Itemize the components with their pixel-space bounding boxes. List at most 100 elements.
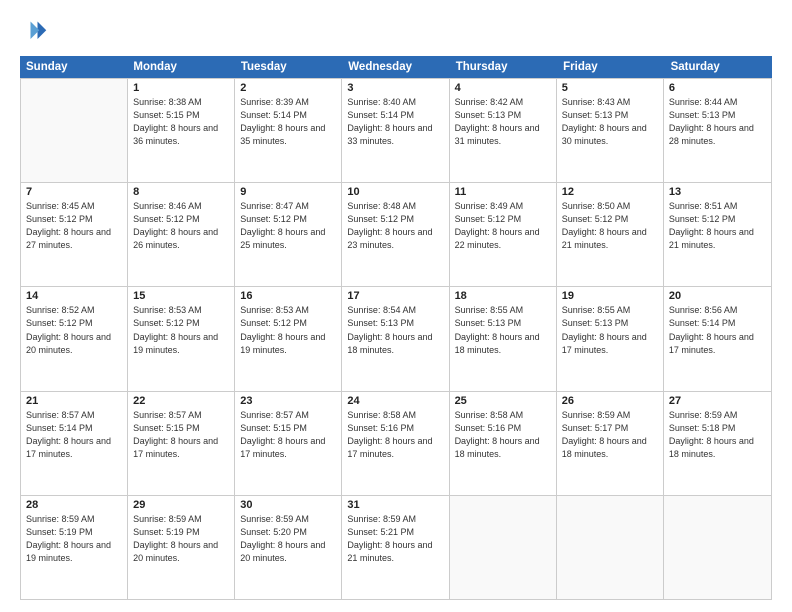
calendar-cell: 24Sunrise: 8:58 AMSunset: 5:16 PMDayligh… [342, 392, 449, 495]
day-number: 21 [26, 395, 122, 407]
calendar-cell: 14 Sunrise: 8:52 AMSunset: 5:12 PMDayligh… [21, 287, 128, 390]
day-info: Sunrise: 8:59 AMSunset: 5:20 PMDaylight:… [240, 513, 336, 565]
calendar-cell: 2 Sunrise: 8:39 AMSunset: 5:14 PMDaylight… [235, 79, 342, 182]
header-day-sunday: Sunday [20, 56, 127, 78]
day-info: Sunrise: 8:46 AMSunset: 5:12 PMDaylight:… [133, 200, 229, 252]
day-info: Sunrise: 8:53 AMSunset: 5:12 PMDaylight:… [133, 304, 229, 356]
calendar: SundayMondayTuesdayWednesdayThursdayFrid… [20, 56, 772, 600]
day-number: 25 [455, 395, 551, 407]
calendar-cell: 21 Sunrise: 8:57 AMSunset: 5:14 PMDayligh… [21, 392, 128, 495]
page: SundayMondayTuesdayWednesdayThursdayFrid… [0, 0, 792, 612]
day-number: 22 [133, 395, 229, 407]
header-day-thursday: Thursday [450, 56, 557, 78]
calendar-cell: 18 Sunrise: 8:55 AMSunset: 5:13 PMDayligh… [450, 287, 557, 390]
day-info: Sunrise: 8:43 AMSunset: 5:13 PMDaylight:… [562, 96, 658, 148]
day-info: Sunrise: 8:56 AMSunset: 5:14 PMDaylight:… [669, 304, 766, 356]
calendar-row-2: 14 Sunrise: 8:52 AMSunset: 5:12 PMDayligh… [21, 286, 771, 390]
calendar-cell: 17 Sunrise: 8:54 AMSunset: 5:13 PMDayligh… [342, 287, 449, 390]
day-info: Sunrise: 8:51 AMSunset: 5:12 PMDaylight:… [669, 200, 766, 252]
day-number: 29 [133, 499, 229, 511]
calendar-row-4: 28 Sunrise: 8:59 AMSunset: 5:19 PMDayligh… [21, 495, 771, 599]
header-day-friday: Friday [557, 56, 664, 78]
day-number: 7 [26, 186, 122, 198]
calendar-cell: 10Sunrise: 8:48 AMSunset: 5:12 PMDayligh… [342, 183, 449, 286]
calendar-cell: 16 Sunrise: 8:53 AMSunset: 5:12 PMDayligh… [235, 287, 342, 390]
day-info: Sunrise: 8:47 AMSunset: 5:12 PMDaylight:… [240, 200, 336, 252]
day-info: Sunrise: 8:59 AMSunset: 5:19 PMDaylight:… [26, 513, 122, 565]
calendar-cell: 27Sunrise: 8:59 AMSunset: 5:18 PMDayligh… [664, 392, 771, 495]
day-info: Sunrise: 8:55 AMSunset: 5:13 PMDaylight:… [562, 304, 658, 356]
day-info: Sunrise: 8:52 AMSunset: 5:12 PMDaylight:… [26, 304, 122, 356]
day-info: Sunrise: 8:39 AMSunset: 5:14 PMDaylight:… [240, 96, 336, 148]
day-number: 1 [133, 82, 229, 94]
day-number: 23 [240, 395, 336, 407]
calendar-cell: 25 Sunrise: 8:58 AMSunset: 5:16 PMDayligh… [450, 392, 557, 495]
header-day-wednesday: Wednesday [342, 56, 449, 78]
calendar-cell: 8 Sunrise: 8:46 AMSunset: 5:12 PMDaylight… [128, 183, 235, 286]
calendar-row-1: 7 Sunrise: 8:45 AMSunset: 5:12 PMDaylight… [21, 182, 771, 286]
header-day-saturday: Saturday [665, 56, 772, 78]
calendar-cell: 23 Sunrise: 8:57 AMSunset: 5:15 PMDayligh… [235, 392, 342, 495]
calendar-cell: 15 Sunrise: 8:53 AMSunset: 5:12 PMDayligh… [128, 287, 235, 390]
calendar-cell: 3 Sunrise: 8:40 AMSunset: 5:14 PMDaylight… [342, 79, 449, 182]
calendar-cell: 13 Sunrise: 8:51 AMSunset: 5:12 PMDayligh… [664, 183, 771, 286]
calendar-cell: 22 Sunrise: 8:57 AMSunset: 5:15 PMDayligh… [128, 392, 235, 495]
calendar-cell: 1Sunrise: 8:38 AMSunset: 5:15 PMDaylight… [128, 79, 235, 182]
day-info: Sunrise: 8:48 AMSunset: 5:12 PMDaylight:… [347, 200, 443, 252]
day-info: Sunrise: 8:40 AMSunset: 5:14 PMDaylight:… [347, 96, 443, 148]
header-day-tuesday: Tuesday [235, 56, 342, 78]
day-number: 5 [562, 82, 658, 94]
day-number: 30 [240, 499, 336, 511]
day-number: 9 [240, 186, 336, 198]
day-number: 31 [347, 499, 443, 511]
day-info: Sunrise: 8:57 AMSunset: 5:15 PMDaylight:… [133, 409, 229, 461]
day-number: 8 [133, 186, 229, 198]
day-number: 4 [455, 82, 551, 94]
calendar-cell [557, 496, 664, 599]
logo [20, 18, 51, 46]
calendar-cell: 6Sunrise: 8:44 AMSunset: 5:13 PMDaylight… [664, 79, 771, 182]
day-number: 27 [669, 395, 766, 407]
calendar-cell: 7 Sunrise: 8:45 AMSunset: 5:12 PMDaylight… [21, 183, 128, 286]
day-info: Sunrise: 8:50 AMSunset: 5:12 PMDaylight:… [562, 200, 658, 252]
day-number: 16 [240, 290, 336, 302]
day-number: 15 [133, 290, 229, 302]
calendar-cell: 30 Sunrise: 8:59 AMSunset: 5:20 PMDayligh… [235, 496, 342, 599]
day-info: Sunrise: 8:49 AMSunset: 5:12 PMDaylight:… [455, 200, 551, 252]
day-info: Sunrise: 8:59 AMSunset: 5:19 PMDaylight:… [133, 513, 229, 565]
day-number: 12 [562, 186, 658, 198]
calendar-cell: 26Sunrise: 8:59 AMSunset: 5:17 PMDayligh… [557, 392, 664, 495]
day-number: 3 [347, 82, 443, 94]
header-day-monday: Monday [127, 56, 234, 78]
calendar-body: 1Sunrise: 8:38 AMSunset: 5:15 PMDaylight… [20, 78, 772, 600]
calendar-row-0: 1Sunrise: 8:38 AMSunset: 5:15 PMDaylight… [21, 78, 771, 182]
day-info: Sunrise: 8:57 AMSunset: 5:15 PMDaylight:… [240, 409, 336, 461]
calendar-cell: 20 Sunrise: 8:56 AMSunset: 5:14 PMDayligh… [664, 287, 771, 390]
day-number: 20 [669, 290, 766, 302]
day-info: Sunrise: 8:59 AMSunset: 5:21 PMDaylight:… [347, 513, 443, 565]
day-number: 14 [26, 290, 122, 302]
day-info: Sunrise: 8:55 AMSunset: 5:13 PMDaylight:… [455, 304, 551, 356]
calendar-cell: 28 Sunrise: 8:59 AMSunset: 5:19 PMDayligh… [21, 496, 128, 599]
day-info: Sunrise: 8:53 AMSunset: 5:12 PMDaylight:… [240, 304, 336, 356]
day-info: Sunrise: 8:54 AMSunset: 5:13 PMDaylight:… [347, 304, 443, 356]
day-info: Sunrise: 8:57 AMSunset: 5:14 PMDaylight:… [26, 409, 122, 461]
day-number: 18 [455, 290, 551, 302]
calendar-cell: 4Sunrise: 8:42 AMSunset: 5:13 PMDaylight… [450, 79, 557, 182]
header [20, 18, 772, 46]
day-number: 17 [347, 290, 443, 302]
day-number: 26 [562, 395, 658, 407]
day-info: Sunrise: 8:58 AMSunset: 5:16 PMDaylight:… [455, 409, 551, 461]
day-number: 24 [347, 395, 443, 407]
day-number: 13 [669, 186, 766, 198]
calendar-cell [21, 79, 128, 182]
calendar-cell: 11Sunrise: 8:49 AMSunset: 5:12 PMDayligh… [450, 183, 557, 286]
logo-icon [20, 18, 48, 46]
day-info: Sunrise: 8:45 AMSunset: 5:12 PMDaylight:… [26, 200, 122, 252]
day-info: Sunrise: 8:44 AMSunset: 5:13 PMDaylight:… [669, 96, 766, 148]
calendar-cell [450, 496, 557, 599]
calendar-header: SundayMondayTuesdayWednesdayThursdayFrid… [20, 56, 772, 78]
day-number: 2 [240, 82, 336, 94]
day-number: 19 [562, 290, 658, 302]
day-number: 28 [26, 499, 122, 511]
